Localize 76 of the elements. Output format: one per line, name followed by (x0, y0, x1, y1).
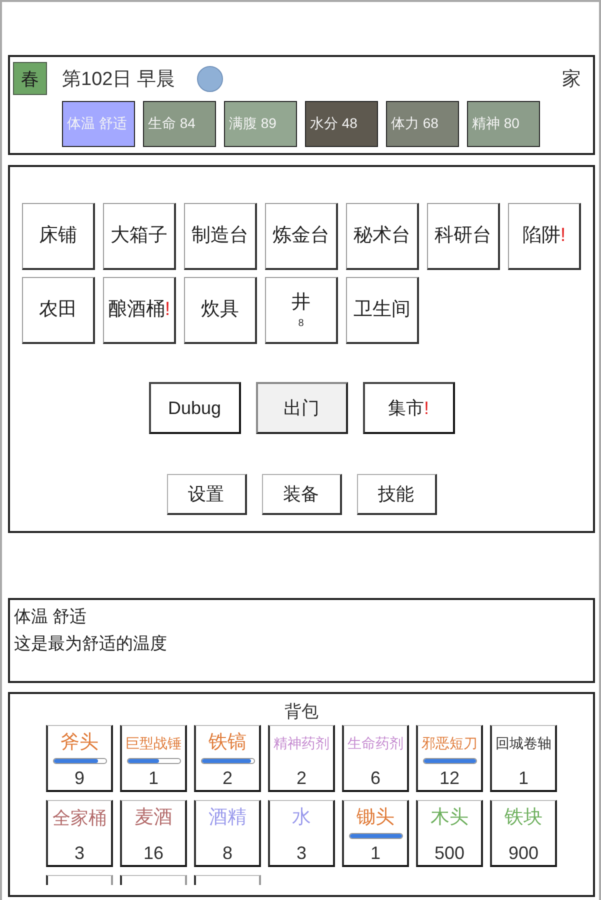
location-label: 家 (562, 68, 581, 92)
action-button[interactable]: Dubug (148, 382, 240, 434)
item-count: 1 (370, 842, 380, 864)
alert-mark: ! (560, 225, 566, 246)
season-badge: 春 (13, 62, 47, 95)
building-button[interactable]: 陷阱! (508, 203, 581, 270)
stat-chip[interactable]: 水分 48 (305, 101, 378, 147)
inventory-item[interactable]: 水 3 (268, 800, 335, 867)
building-button[interactable]: 制造台 (184, 203, 257, 270)
item-name: 锄头 (356, 806, 394, 830)
menu-button[interactable]: 设置 (166, 474, 246, 515)
item-count: 12 (439, 767, 460, 789)
item-count: 900 (508, 842, 539, 864)
building-button[interactable]: 井 8 (265, 277, 338, 344)
item-name: 全家桶 (52, 807, 106, 830)
inventory-item[interactable]: 木头 500 (416, 800, 483, 867)
inventory-item[interactable]: 锄头 1 (342, 800, 409, 867)
building-button[interactable]: 床铺 (22, 203, 95, 270)
action-button[interactable]: 出门 (256, 382, 348, 434)
item-name: 铁镐 (208, 731, 246, 755)
inventory-item[interactable]: 酒精 8 (194, 800, 261, 867)
building-button[interactable]: 炊具 (184, 277, 257, 344)
date-label: 第102日 早晨 (62, 68, 175, 92)
alert-mark: ! (164, 299, 170, 320)
inventory-item[interactable]: 全家桶 3 (46, 800, 113, 867)
item-name: 生命药剂 (348, 734, 404, 753)
item-count: 500 (434, 842, 465, 864)
item-name: 铁块 (504, 806, 542, 830)
inventory-title: 背包 (284, 701, 320, 723)
inventory-item[interactable]: 精神药剂 2 (268, 725, 335, 792)
building-button[interactable]: 炼金台 (265, 203, 338, 270)
description-text: 这是最为舒适的温度 (14, 633, 168, 655)
item-count: 3 (296, 842, 306, 864)
alert-mark: ! (424, 398, 429, 418)
stat-chip[interactable]: 体力 68 (386, 101, 459, 147)
item-count: 2 (222, 767, 232, 789)
item-count: 2 (296, 767, 306, 789)
item-count: 1 (148, 767, 158, 789)
item-count: 6 (370, 767, 380, 789)
item-count: 1 (518, 767, 528, 789)
menu-button[interactable]: 技能 (356, 474, 436, 515)
inventory-slot[interactable] (194, 875, 261, 885)
item-name: 精神药剂 (274, 734, 330, 753)
inventory-slot[interactable] (120, 875, 187, 885)
action-button[interactable]: 集市! (362, 382, 454, 434)
item-count: 8 (222, 842, 232, 864)
description-title: 体温 舒适 (14, 606, 88, 628)
menu-button[interactable]: 装备 (262, 474, 342, 515)
item-name: 邪恶短刀 (422, 734, 478, 753)
building-button[interactable]: 酿酒桶! (103, 277, 176, 344)
building-button[interactable]: 科研台 (427, 203, 500, 270)
inventory-item[interactable]: 铁镐 2 (194, 725, 261, 792)
inventory-item[interactable]: 回城卷轴 1 (490, 725, 557, 792)
building-button[interactable]: 农田 (22, 277, 95, 344)
building-count: 8 (298, 319, 304, 329)
building-button[interactable]: 大箱子 (103, 203, 176, 270)
item-name: 水 (292, 806, 311, 830)
inventory-item[interactable]: 麦酒 16 (120, 800, 187, 867)
inventory-item[interactable]: 邪恶短刀 12 (416, 725, 483, 792)
item-count: 16 (143, 842, 164, 864)
inventory-slot[interactable] (46, 875, 113, 885)
inventory-item[interactable]: 生命药剂 6 (342, 725, 409, 792)
inventory-item[interactable]: 巨型战锤 1 (120, 725, 187, 792)
item-name: 回城卷轴 (496, 734, 552, 753)
building-button[interactable]: 卫生间 (346, 277, 419, 344)
building-button[interactable]: 秘术台 (346, 203, 419, 270)
inventory-item[interactable]: 斧头 9 (46, 725, 113, 792)
circle-icon (196, 66, 223, 92)
item-count: 9 (74, 767, 84, 789)
item-name: 木头 (430, 806, 468, 830)
item-name: 酒精 (208, 806, 246, 830)
item-name: 斧头 (60, 731, 98, 755)
item-count: 3 (74, 842, 84, 864)
item-name: 巨型战锤 (126, 734, 182, 753)
item-name: 麦酒 (134, 806, 172, 830)
inventory-item[interactable]: 铁块 900 (490, 800, 557, 867)
